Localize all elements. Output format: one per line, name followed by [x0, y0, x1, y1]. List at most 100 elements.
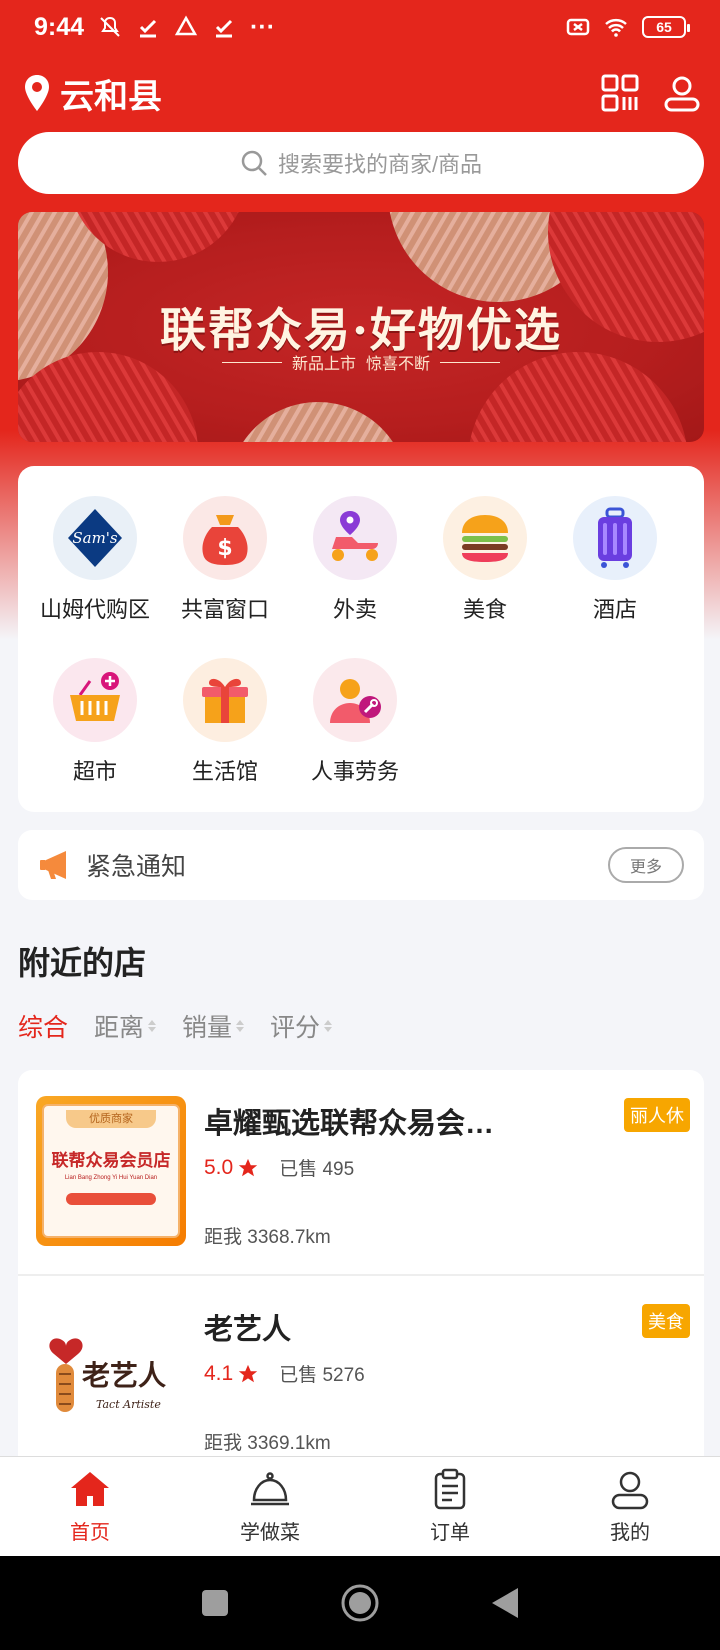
store-logo: 优质商家 联帮众易会员店 Lian Bang Zhong Yi Hui Yuan…: [36, 1096, 186, 1246]
mute-icon: [100, 16, 120, 37]
category-sams[interactable]: Sam's 山姆代购区: [30, 496, 160, 624]
category-takeout[interactable]: 外卖: [290, 496, 420, 624]
store-logo-badge: 优质商家: [66, 1110, 156, 1128]
recents-button-icon[interactable]: [200, 1588, 230, 1618]
profile-icon[interactable]: [662, 73, 702, 113]
store-logo-text: 联帮众易会员店: [51, 1151, 171, 1170]
user-icon: [611, 1471, 649, 1510]
store-name: 老艺人: [204, 1314, 292, 1346]
tab-cooking[interactable]: 学做菜: [180, 1457, 360, 1556]
sort-tab-rating[interactable]: 评分: [270, 1008, 333, 1044]
category-hotel[interactable]: 酒店: [550, 496, 680, 624]
tab-label: 首页: [70, 1522, 110, 1544]
sort-tab-comprehensive[interactable]: 综合: [18, 1008, 68, 1044]
location-name[interactable]: 云和县: [60, 69, 162, 118]
category-grid: Sam's 山姆代购区 $ 共富窗口 外卖 美食 酒店 超市 生活馆 人事劳务: [18, 466, 704, 812]
category-supermarket[interactable]: 超市: [30, 658, 160, 786]
wifi-icon: [605, 19, 627, 37]
emergency-notice[interactable]: 紧急通知 更多: [18, 830, 704, 900]
drive-icon: [174, 15, 198, 36]
store-sold: 已售 5276: [279, 1365, 365, 1386]
status-time: 9:44: [34, 12, 85, 41]
basket-icon: [53, 658, 137, 742]
sort-tab-distance[interactable]: 距离: [94, 1008, 157, 1044]
store-name: 卓耀甄选联帮众易会…: [204, 1108, 495, 1140]
category-label: 人事劳务: [310, 759, 399, 784]
tab-mine[interactable]: 我的: [540, 1457, 720, 1556]
sams-club-icon: Sam's: [53, 496, 137, 580]
banner-sub-left: 新品上市: [291, 356, 356, 373]
promo-banner[interactable]: 联帮众易·好物优选 新品上市 惊喜不断: [18, 212, 704, 442]
tab-home[interactable]: 首页: [0, 1457, 180, 1556]
gift-icon: [183, 658, 267, 742]
sort-tab-label: 销量: [182, 1014, 233, 1042]
tab-orders[interactable]: 订单: [360, 1457, 540, 1556]
search-bar[interactable]: 搜索要找的商家/商品: [18, 132, 704, 194]
store-sold: 已售 495: [279, 1159, 355, 1180]
cloche-icon: [251, 1472, 289, 1506]
store-rating: 5.0: [204, 1155, 234, 1179]
megaphone-icon: [40, 851, 66, 879]
nearby-title: 附近的店: [18, 945, 147, 981]
sort-arrows-icon: [236, 1020, 245, 1032]
battery-icon: 65: [642, 16, 690, 38]
location-row: 云和县: [22, 66, 702, 120]
store-logo-pinyin: Tact Artiste: [96, 1398, 161, 1411]
sort-tab-label: 评分: [270, 1014, 321, 1042]
clipboard-icon: [434, 1468, 466, 1510]
bottom-tab-bar: 首页 学做菜 订单 我的: [0, 1456, 720, 1556]
svg-text:Sam's: Sam's: [72, 529, 118, 547]
battery-level: 65: [656, 19, 672, 35]
download-done-icon: [139, 19, 157, 38]
star-icon: [239, 1364, 258, 1382]
sort-arrows-icon: [148, 1020, 157, 1032]
store-rating: 4.1: [204, 1361, 234, 1385]
scan-qr-icon[interactable]: [600, 73, 640, 113]
more-notifications-icon: ···: [250, 12, 276, 41]
notice-title: 紧急通知: [86, 853, 187, 881]
banner-subtitle: 新品上市 惊喜不断: [18, 350, 704, 374]
search-placeholder: 搜索要找的商家/商品: [277, 152, 483, 177]
store-list: 优质商家 联帮众易会员店 Lian Bang Zhong Yi Hui Yuan…: [18, 1070, 704, 1460]
burger-icon: [443, 496, 527, 580]
home-button-icon[interactable]: [340, 1583, 380, 1623]
store-logo-pinyin: Lian Bang Zhong Yi Hui Yuan Dian: [64, 1175, 158, 1181]
home-icon: [71, 1472, 109, 1506]
category-hr[interactable]: 人事劳务: [290, 658, 420, 786]
category-label: 共富窗口: [180, 597, 269, 622]
worker-icon: [313, 658, 397, 742]
star-icon: [239, 1158, 258, 1176]
category-label: 酒店: [592, 597, 637, 622]
store-tag: 丽人休: [624, 1098, 690, 1132]
luggage-icon: [573, 496, 657, 580]
search-icon: [241, 150, 267, 176]
sort-arrows-icon: [324, 1020, 333, 1032]
category-gongfu[interactable]: $ 共富窗口: [160, 496, 290, 624]
category-label: 美食: [462, 597, 507, 622]
system-navigation-bar: [0, 1556, 720, 1650]
store-card[interactable]: 老艺人 Tact Artiste 老艺人 美食 4.1 已售 5276 距我 3…: [18, 1276, 704, 1460]
sim-off-icon: [566, 18, 590, 36]
sort-tab-label: 距离: [94, 1014, 145, 1042]
svg-text:$: $: [217, 536, 232, 561]
sort-tab-sales[interactable]: 销量: [182, 1008, 245, 1044]
category-life[interactable]: 生活馆: [160, 658, 290, 786]
category-label: 山姆代购区: [39, 597, 150, 622]
category-label: 生活馆: [191, 759, 258, 784]
store-card[interactable]: 优质商家 联帮众易会员店 Lian Bang Zhong Yi Hui Yuan…: [18, 1070, 704, 1276]
location-pin-icon[interactable]: [22, 73, 52, 113]
category-food[interactable]: 美食: [420, 496, 550, 624]
store-tag: 美食: [642, 1304, 690, 1338]
tab-label: 我的: [610, 1522, 650, 1544]
tab-label: 学做菜: [240, 1522, 300, 1544]
download-done-icon-2: [215, 19, 233, 38]
category-label: 外卖: [332, 597, 377, 622]
store-distance: 距我 3369.1km: [204, 1433, 331, 1454]
notice-more-button[interactable]: 更多: [608, 847, 684, 883]
store-meta: 5.0 已售 495: [204, 1154, 354, 1181]
money-bag-icon: $: [183, 496, 267, 580]
store-logo-text: 老艺人: [82, 1359, 167, 1392]
store-meta: 4.1 已售 5276: [204, 1360, 365, 1387]
store-distance: 距我 3368.7km: [204, 1227, 331, 1248]
back-button-icon[interactable]: [490, 1586, 520, 1620]
